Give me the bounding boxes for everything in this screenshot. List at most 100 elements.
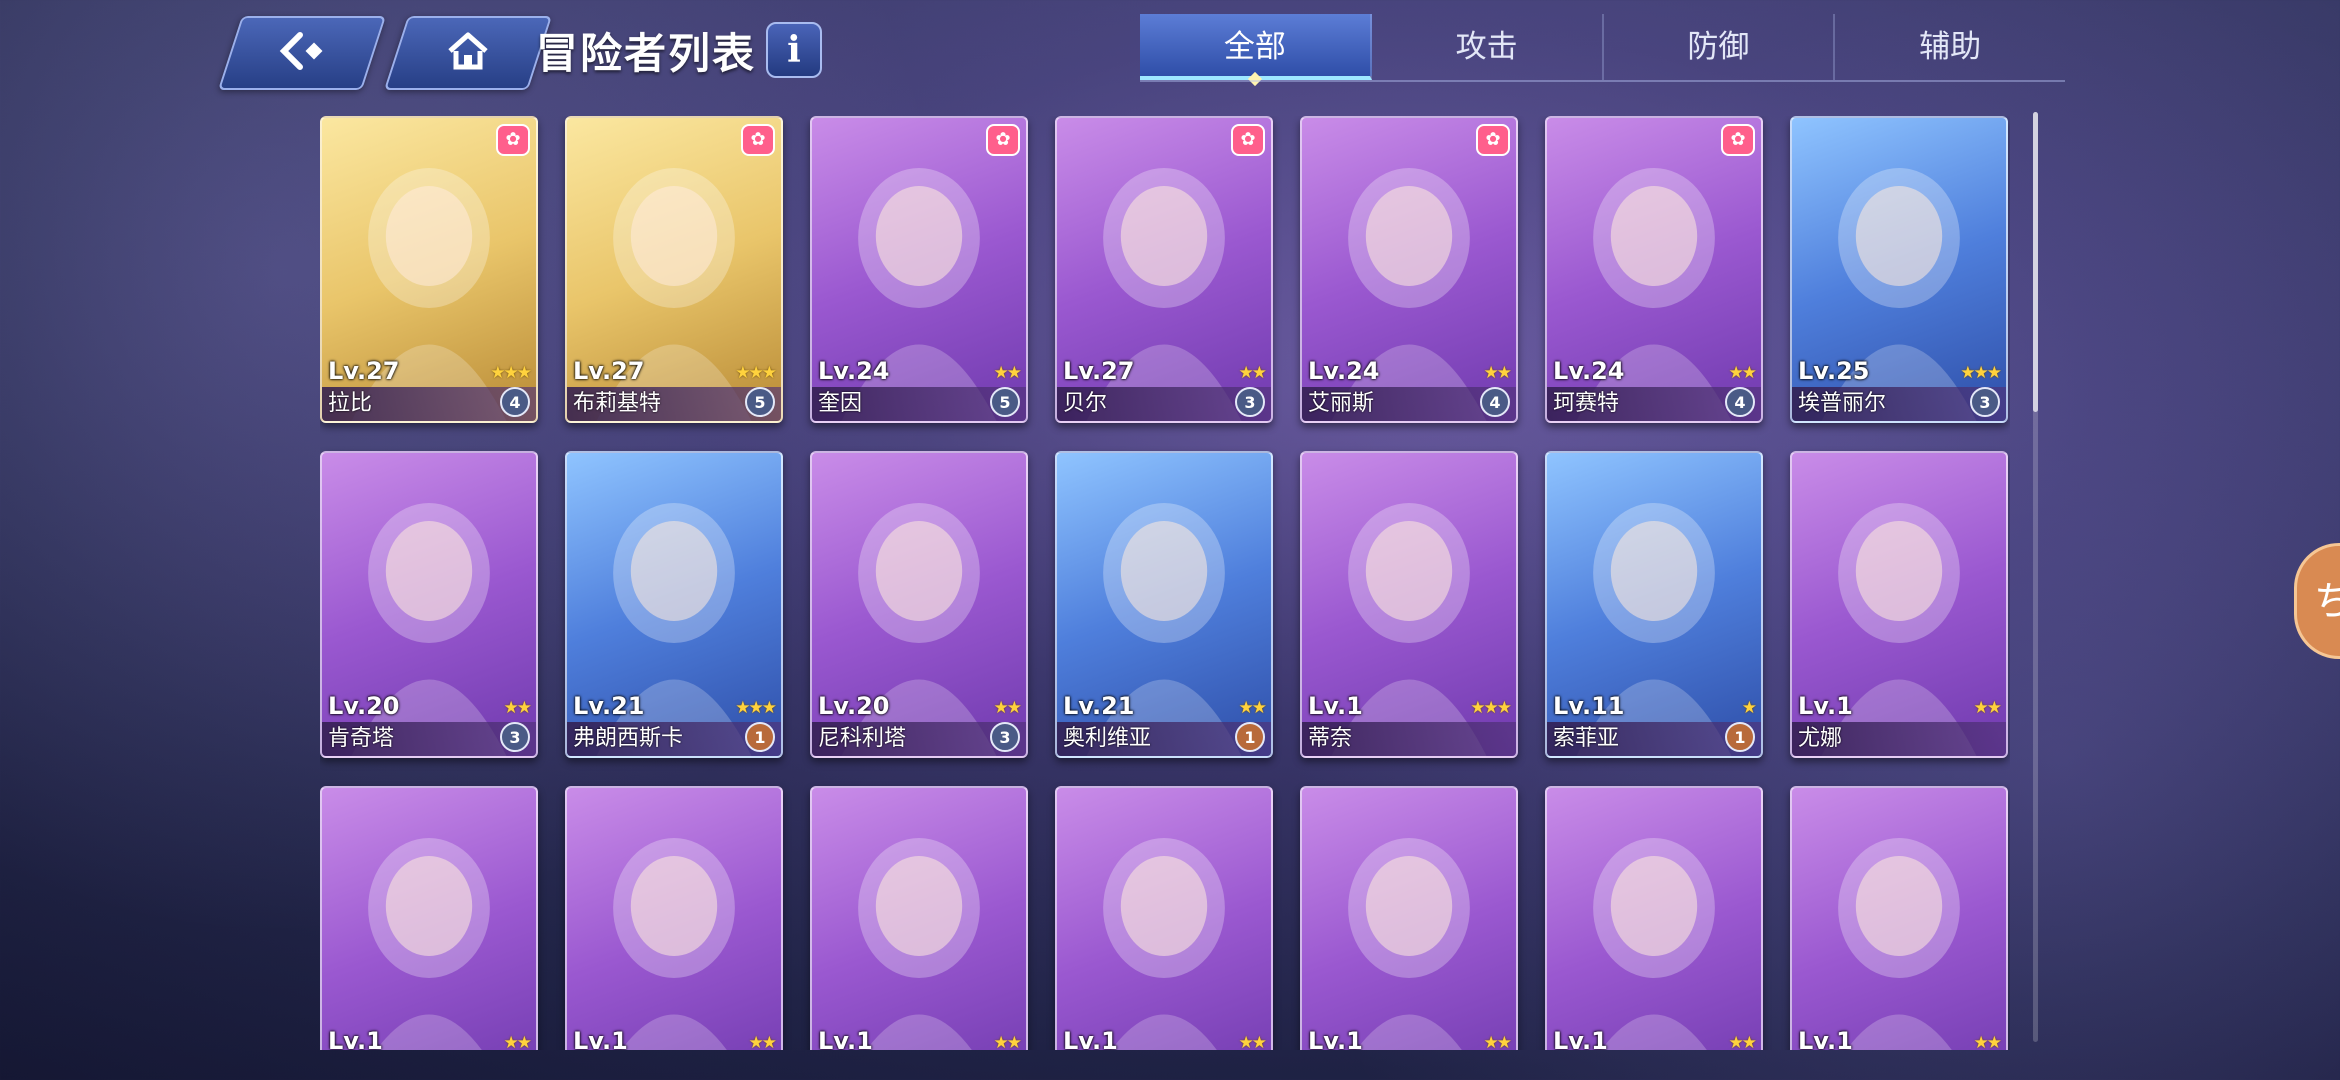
- star-rating: ★★: [1728, 363, 1758, 383]
- adventurer-card[interactable]: Lv.1 ★★: [1055, 786, 1273, 1050]
- level-label: Lv.1: [1308, 692, 1363, 720]
- rank-badge: 1: [1235, 722, 1265, 752]
- info-button[interactable]: i: [766, 22, 822, 78]
- level-label: Lv.1: [573, 1027, 628, 1050]
- adventurer-card[interactable]: Lv.1 ★★ 尤娜: [1790, 451, 2008, 758]
- side-tab-icon: ぢ: [2315, 578, 2340, 624]
- character-portrait: [812, 788, 1026, 1050]
- character-portrait: [322, 788, 536, 1050]
- character-name: 奎因: [818, 391, 863, 416]
- character-portrait: [1792, 788, 2006, 1050]
- adventurer-card[interactable]: Lv.1 ★★: [320, 786, 538, 1050]
- character-name: 奥利维亚: [1063, 726, 1152, 751]
- character-name: 布莉基特: [573, 391, 662, 416]
- character-name: 拉比: [328, 391, 373, 416]
- level-label: Lv.1: [818, 1027, 873, 1050]
- star-rating: ★★: [1973, 1033, 2003, 1050]
- adventurer-card[interactable]: ✿ Lv.24 ★★ 奎因 5: [810, 116, 1028, 423]
- adventurer-card[interactable]: ✿ Lv.27 ★★ 贝尔 3: [1055, 116, 1273, 423]
- tab-divider: [1140, 80, 2065, 82]
- star-rating: ★★: [993, 363, 1023, 383]
- scrollbar-thumb[interactable]: [2033, 112, 2038, 412]
- star-rating: ★★: [1483, 363, 1513, 383]
- adventurer-card[interactable]: Lv.21 ★★★ 弗朗西斯卡 1: [565, 451, 783, 758]
- star-rating: ★★: [993, 1033, 1023, 1050]
- level-label: Lv.1: [328, 1027, 383, 1050]
- star-rating: ★★★: [490, 363, 532, 383]
- star-rating: ★★: [1238, 698, 1268, 718]
- level-label: Lv.21: [573, 692, 645, 720]
- character-name: 贝尔: [1063, 391, 1108, 416]
- paw-badge-icon: ✿: [1476, 124, 1510, 156]
- star-rating: ★★: [1238, 1033, 1268, 1050]
- adventurer-card[interactable]: Lv.1 ★★: [1300, 786, 1518, 1050]
- adventurer-card[interactable]: Lv.1 ★★: [1790, 786, 2008, 1050]
- star-rating: ★★: [748, 1033, 778, 1050]
- star-rating: ★★: [993, 698, 1023, 718]
- character-name: 尼科利塔: [818, 726, 907, 751]
- character-portrait: [1057, 788, 1271, 1050]
- star-rating: ★★★: [1960, 363, 2002, 383]
- adventurer-card[interactable]: ✿ Lv.24 ★★ 珂赛特 4: [1545, 116, 1763, 423]
- star-rating: ★★: [503, 698, 533, 718]
- character-name: 索菲亚: [1553, 726, 1620, 751]
- paw-badge-icon: ✿: [1231, 124, 1265, 156]
- paw-badge-icon: ✿: [986, 124, 1020, 156]
- adventurer-card[interactable]: Lv.1 ★★★ 蒂奈: [1300, 451, 1518, 758]
- character-name: 珂赛特: [1553, 391, 1620, 416]
- level-label: Lv.27: [328, 357, 400, 385]
- adventurer-card[interactable]: Lv.1 ★★: [810, 786, 1028, 1050]
- character-name: 尤娜: [1798, 726, 1843, 751]
- adventurer-card[interactable]: ✿ Lv.27 ★★★ 拉比 4: [320, 116, 538, 423]
- rank-badge: 1: [1725, 722, 1755, 752]
- rank-badge: 1: [745, 722, 775, 752]
- character-portrait: [567, 788, 781, 1050]
- adventurer-card[interactable]: ✿ Lv.24 ★★ 艾丽斯 4: [1300, 116, 1518, 423]
- rank-badge: 3: [990, 722, 1020, 752]
- star-rating: ★★: [1728, 1033, 1758, 1050]
- rank-badge: 4: [1480, 387, 1510, 417]
- character-name: 蒂奈: [1308, 726, 1353, 751]
- tab-support[interactable]: 辅助: [1835, 14, 2065, 80]
- level-label: Lv.1: [1798, 1027, 1853, 1050]
- tab-attack[interactable]: 攻击: [1372, 14, 1604, 80]
- side-menu-tab[interactable]: ぢ: [2294, 543, 2340, 659]
- level-label: Lv.1: [1308, 1027, 1363, 1050]
- rank-badge: 3: [1235, 387, 1265, 417]
- adventurer-card[interactable]: Lv.11 ★ 索菲亚 1: [1545, 451, 1763, 758]
- character-name: 弗朗西斯卡: [573, 726, 684, 751]
- page-title: 冒险者列表: [536, 29, 757, 78]
- adventurer-card[interactable]: ✿ Lv.27 ★★★ 布莉基特 5: [565, 116, 783, 423]
- star-rating: ★★★: [735, 698, 777, 718]
- adventurer-card[interactable]: Lv.20 ★★ 尼科利塔 3: [810, 451, 1028, 758]
- filter-tabs: 全部 攻击 防御 辅助: [1140, 14, 2065, 80]
- star-rating: ★★: [1238, 363, 1268, 383]
- tab-all[interactable]: 全部: [1140, 14, 1372, 80]
- level-label: Lv.20: [328, 692, 400, 720]
- rank-badge: 3: [500, 722, 530, 752]
- level-label: Lv.27: [573, 357, 645, 385]
- rank-badge: 4: [1725, 387, 1755, 417]
- level-label: Lv.1: [1553, 1027, 1608, 1050]
- adventurer-card[interactable]: Lv.20 ★★ 肯奇塔 3: [320, 451, 538, 758]
- star-rating: ★★★: [1470, 698, 1512, 718]
- star-rating: ★★: [1483, 1033, 1513, 1050]
- level-label: Lv.27: [1063, 357, 1135, 385]
- back-button[interactable]: [217, 16, 387, 90]
- adventurer-card[interactable]: Lv.1 ★★: [565, 786, 783, 1050]
- adventurer-card[interactable]: Lv.1 ★★: [1545, 786, 1763, 1050]
- level-label: Lv.24: [818, 357, 890, 385]
- tab-defense[interactable]: 防御: [1604, 14, 1836, 80]
- star-rating: ★★★: [735, 363, 777, 383]
- adventurer-card[interactable]: Lv.25 ★★★ 埃普丽尔 3: [1790, 116, 2008, 423]
- star-rating: ★★: [503, 1033, 533, 1050]
- level-label: Lv.1: [1798, 692, 1853, 720]
- level-label: Lv.11: [1553, 692, 1625, 720]
- home-icon: [446, 31, 490, 75]
- character-name: 肯奇塔: [328, 726, 395, 751]
- back-arrow-icon: [276, 31, 328, 75]
- home-button[interactable]: [383, 16, 553, 90]
- adventurer-card[interactable]: Lv.21 ★★ 奥利维亚 1: [1055, 451, 1273, 758]
- paw-badge-icon: ✿: [496, 124, 530, 156]
- paw-badge-icon: ✿: [1721, 124, 1755, 156]
